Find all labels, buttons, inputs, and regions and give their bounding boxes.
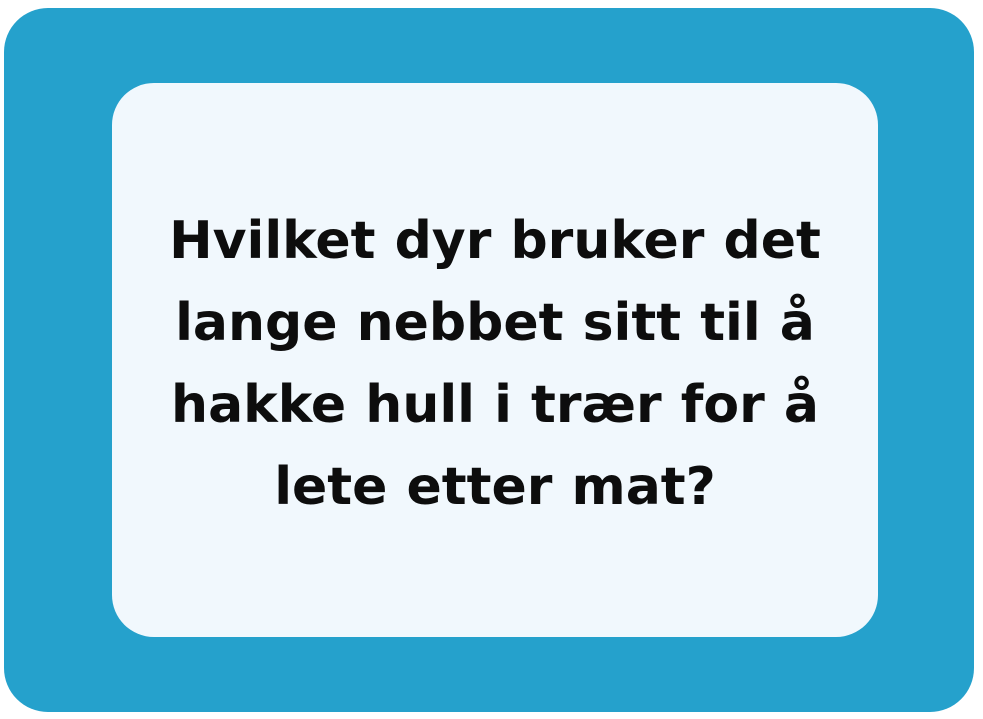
question-text: Hvilket dyr bruker det lange nebbet sitt… <box>169 211 821 517</box>
quiz-card-frame: Hvilket dyr bruker det lange nebbet sitt… <box>4 8 974 712</box>
quiz-card-panel: Hvilket dyr bruker det lange nebbet sitt… <box>112 83 878 637</box>
